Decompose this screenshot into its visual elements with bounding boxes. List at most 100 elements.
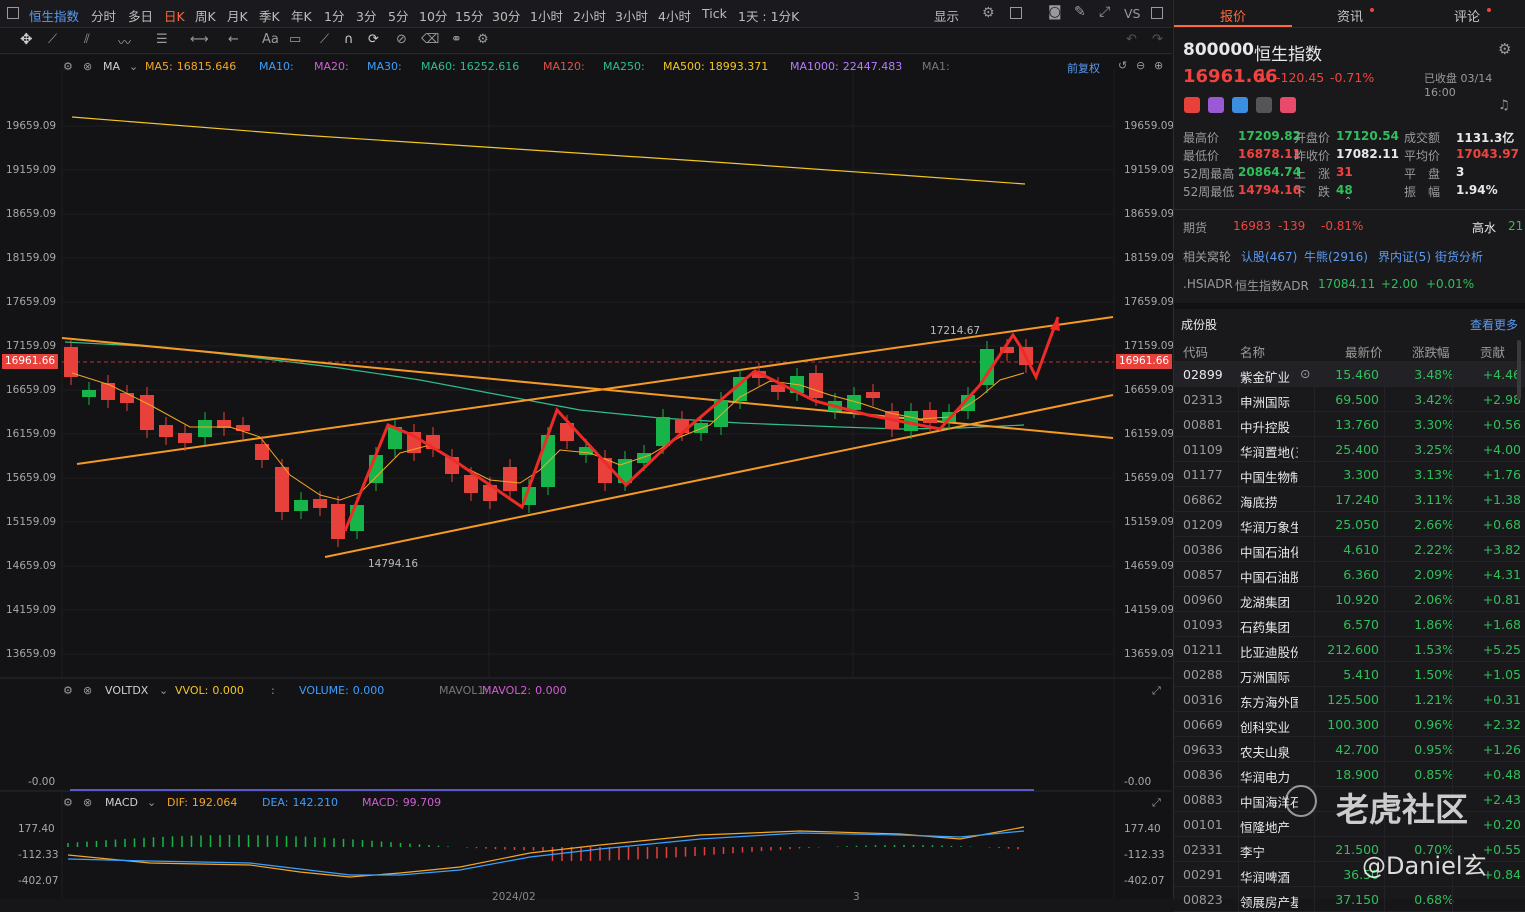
doc-icon[interactable] — [1256, 97, 1272, 113]
timeframe-17[interactable]: Tick — [702, 6, 727, 21]
component-row[interactable]: 00823 领展房产基 37.150 0.68% — [1174, 887, 1525, 912]
timeframe-7[interactable]: 1分 — [324, 6, 344, 25]
timeframe-1[interactable]: 多日 — [128, 6, 153, 25]
header-code[interactable]: 代码 — [1183, 342, 1208, 361]
legend-item-1[interactable]: MA10: — [259, 60, 294, 73]
timeframe-6[interactable]: 年K — [291, 6, 312, 25]
component-row[interactable]: 00669 创科实业 100.300 0.96% +2.32 — [1174, 712, 1525, 737]
component-row[interactable]: 00288 万洲国际 5.410 1.50% +1.05 — [1174, 662, 1525, 687]
component-row[interactable]: 01211 比亚迪股份 212.600 1.53% +5.25 — [1174, 637, 1525, 662]
symbol-label[interactable]: 恒生指数 — [29, 6, 79, 25]
comment-tool-icon[interactable]: ▭ — [289, 32, 301, 47]
legend-item-1[interactable]: : — [271, 684, 275, 697]
close-icon[interactable]: ⊗ — [83, 796, 92, 809]
timeframe-10[interactable]: 10分 — [419, 6, 447, 25]
settings-icon[interactable]: ⚙ — [63, 60, 73, 73]
chevron-down-icon[interactable]: ⌄ — [159, 684, 168, 697]
close-icon[interactable]: ⊗ — [83, 60, 92, 73]
magnet-icon[interactable]: ∩ — [344, 32, 354, 47]
tool-settings-icon[interactable]: ⚙ — [477, 32, 489, 47]
component-row[interactable]: 09633 农夫山泉 42.700 0.95% +1.26 — [1174, 737, 1525, 762]
legend-item-2[interactable]: MA20: — [314, 60, 349, 73]
ruler-tool-icon[interactable]: ⟋ — [320, 32, 329, 47]
view-more-link[interactable]: 查看更多 — [1470, 316, 1518, 333]
scrollbar[interactable] — [1517, 340, 1521, 400]
legend-item-4[interactable]: MAVOL2: 0.000 — [482, 684, 567, 697]
timeframe-13[interactable]: 1小时 — [530, 6, 563, 25]
legend-item-0[interactable]: MA5: 16815.646 — [145, 60, 236, 73]
bell-icon[interactable]: ♫ — [1498, 98, 1510, 113]
legend-item-4[interactable]: MA60: 16252.616 — [421, 60, 519, 73]
timeframe-0[interactable]: 分时 — [91, 6, 116, 25]
channel-tool-icon[interactable]: ⫽ — [84, 32, 90, 47]
link-warrants[interactable]: 认股(467) — [1241, 248, 1297, 265]
component-row[interactable]: 00881 中升控股 13.760 3.30% +0.56 — [1174, 412, 1525, 437]
crosshair-icon[interactable]: ✥ — [20, 30, 33, 48]
arrow-tool-icon[interactable]: ← — [228, 32, 239, 47]
component-row[interactable]: 00316 东方海外国 125.500 1.21% +0.31 — [1174, 687, 1525, 712]
chevron-down-icon[interactable]: ⌄ — [129, 60, 138, 73]
timeframe-3[interactable]: 周K — [195, 6, 216, 25]
reset-icon[interactable]: ↺ — [1118, 59, 1127, 72]
link-street-analysis[interactable]: 街货分析 — [1435, 248, 1483, 265]
sidebar-toggle-icon[interactable] — [7, 7, 19, 19]
timeframe-5[interactable]: 季K — [259, 6, 280, 25]
trendline-tool-icon[interactable]: ⟋ — [48, 32, 57, 47]
component-row[interactable]: 01209 华润万象生 25.050 2.66% +0.68 — [1174, 512, 1525, 537]
link-cbbc[interactable]: 牛熊(2916) — [1304, 248, 1368, 265]
chart-area[interactable]: ⚙ ⊗ MA ⌄ MA5: 16815.646 MA10: MA20: MA30: MA6… — [0, 55, 1174, 903]
kline-chart[interactable] — [0, 55, 1172, 899]
component-row[interactable]: 01109 华润置地(五 25.400 3.25% +4.00 — [1174, 437, 1525, 462]
timeframe-12[interactable]: 30分 — [492, 6, 520, 25]
header-price[interactable]: 最新价 — [1345, 342, 1383, 361]
tab-comments[interactable]: 评论 — [1454, 6, 1480, 25]
legend-item-2[interactable]: VOLUME: 0.000 — [299, 684, 384, 697]
legend-item-7[interactable]: MA500: 18993.371 — [663, 60, 768, 73]
link-icon[interactable]: ⚭ — [451, 32, 462, 47]
header-change[interactable]: 涨跌幅 — [1412, 342, 1450, 361]
legend-item-3[interactable]: MAVOL1: — [439, 684, 488, 697]
heart-icon[interactable] — [1280, 97, 1296, 113]
header-name[interactable]: 名称 — [1240, 342, 1265, 361]
close-icon[interactable]: ⊗ — [83, 684, 92, 697]
legend-item-3[interactable]: MA30: — [367, 60, 402, 73]
adr-code[interactable]: .HSIADR — [1183, 277, 1233, 291]
compare-button[interactable]: VS — [1124, 6, 1141, 21]
component-row[interactable]: 00386 中国石油化 4.610 2.22% +3.82 — [1174, 537, 1525, 562]
watch-icon[interactable]: ⊙ — [1300, 366, 1310, 381]
measure-tool-icon[interactable]: ⟷ — [190, 32, 209, 47]
adr-name[interactable]: 恒生指数ADR — [1235, 277, 1309, 294]
collapse-chevron-icon[interactable]: ⌃ — [1344, 196, 1352, 207]
lightning-icon[interactable] — [1208, 97, 1224, 113]
timeframe-8[interactable]: 3分 — [356, 6, 376, 25]
pen-icon[interactable]: ✎ — [1074, 4, 1086, 20]
ma-indicator-name[interactable]: MA — [103, 60, 120, 73]
chevron-down-icon[interactable]: ⌄ — [147, 796, 156, 809]
component-row[interactable]: 00857 中国石油股 6.360 2.09% +4.31 — [1174, 562, 1525, 587]
component-row[interactable]: 00960 龙湖集团 10.920 2.06% +0.81 — [1174, 587, 1525, 612]
plus-icon[interactable]: ⊕ — [1154, 59, 1163, 72]
legend-item-8[interactable]: MA1000: 22447.483 — [790, 60, 902, 73]
panel-toggle-icon[interactable] — [1151, 7, 1163, 19]
component-row[interactable]: 02899 紫金矿业 15.460 3.48% +4.46 ⊙ — [1174, 362, 1525, 387]
fullscreen-icon[interactable]: ⤢ — [1099, 4, 1110, 20]
legend-item-0[interactable]: VVOL: 0.000 — [175, 684, 244, 697]
volume-indicator-name[interactable]: VOLTDX — [105, 684, 148, 697]
component-row[interactable]: 02313 申洲国际 69.500 3.42% +2.98 — [1174, 387, 1525, 412]
timeframe-18[interactable]: 1天 : 1分K — [738, 6, 799, 25]
header-contribution[interactable]: 贡献 — [1480, 342, 1505, 361]
sync-icon[interactable]: ⟳ — [368, 32, 379, 47]
timeframe-2[interactable]: 日K — [164, 6, 185, 25]
sort-chevron-icon[interactable]: ⌄ — [1434, 344, 1442, 354]
tab-quote[interactable]: 报价 — [1220, 6, 1246, 25]
text-tool-icon[interactable]: Aa — [262, 32, 279, 47]
timeframe-15[interactable]: 3小时 — [615, 6, 648, 25]
legend-item-9[interactable]: MA1: — [922, 60, 950, 73]
redo-icon[interactable]: ↷ — [1152, 32, 1163, 47]
camera-icon[interactable]: ◙ — [1048, 4, 1062, 20]
settings-icon[interactable]: ⚙ — [982, 5, 995, 21]
legend-item-2[interactable]: MACD: 99.709 — [362, 796, 441, 809]
component-row[interactable]: 01177 中国生物制 3.300 3.13% +1.76 — [1174, 462, 1525, 487]
legend-item-5[interactable]: MA120: — [543, 60, 585, 73]
settings-icon[interactable]: ⚙ — [63, 796, 73, 809]
